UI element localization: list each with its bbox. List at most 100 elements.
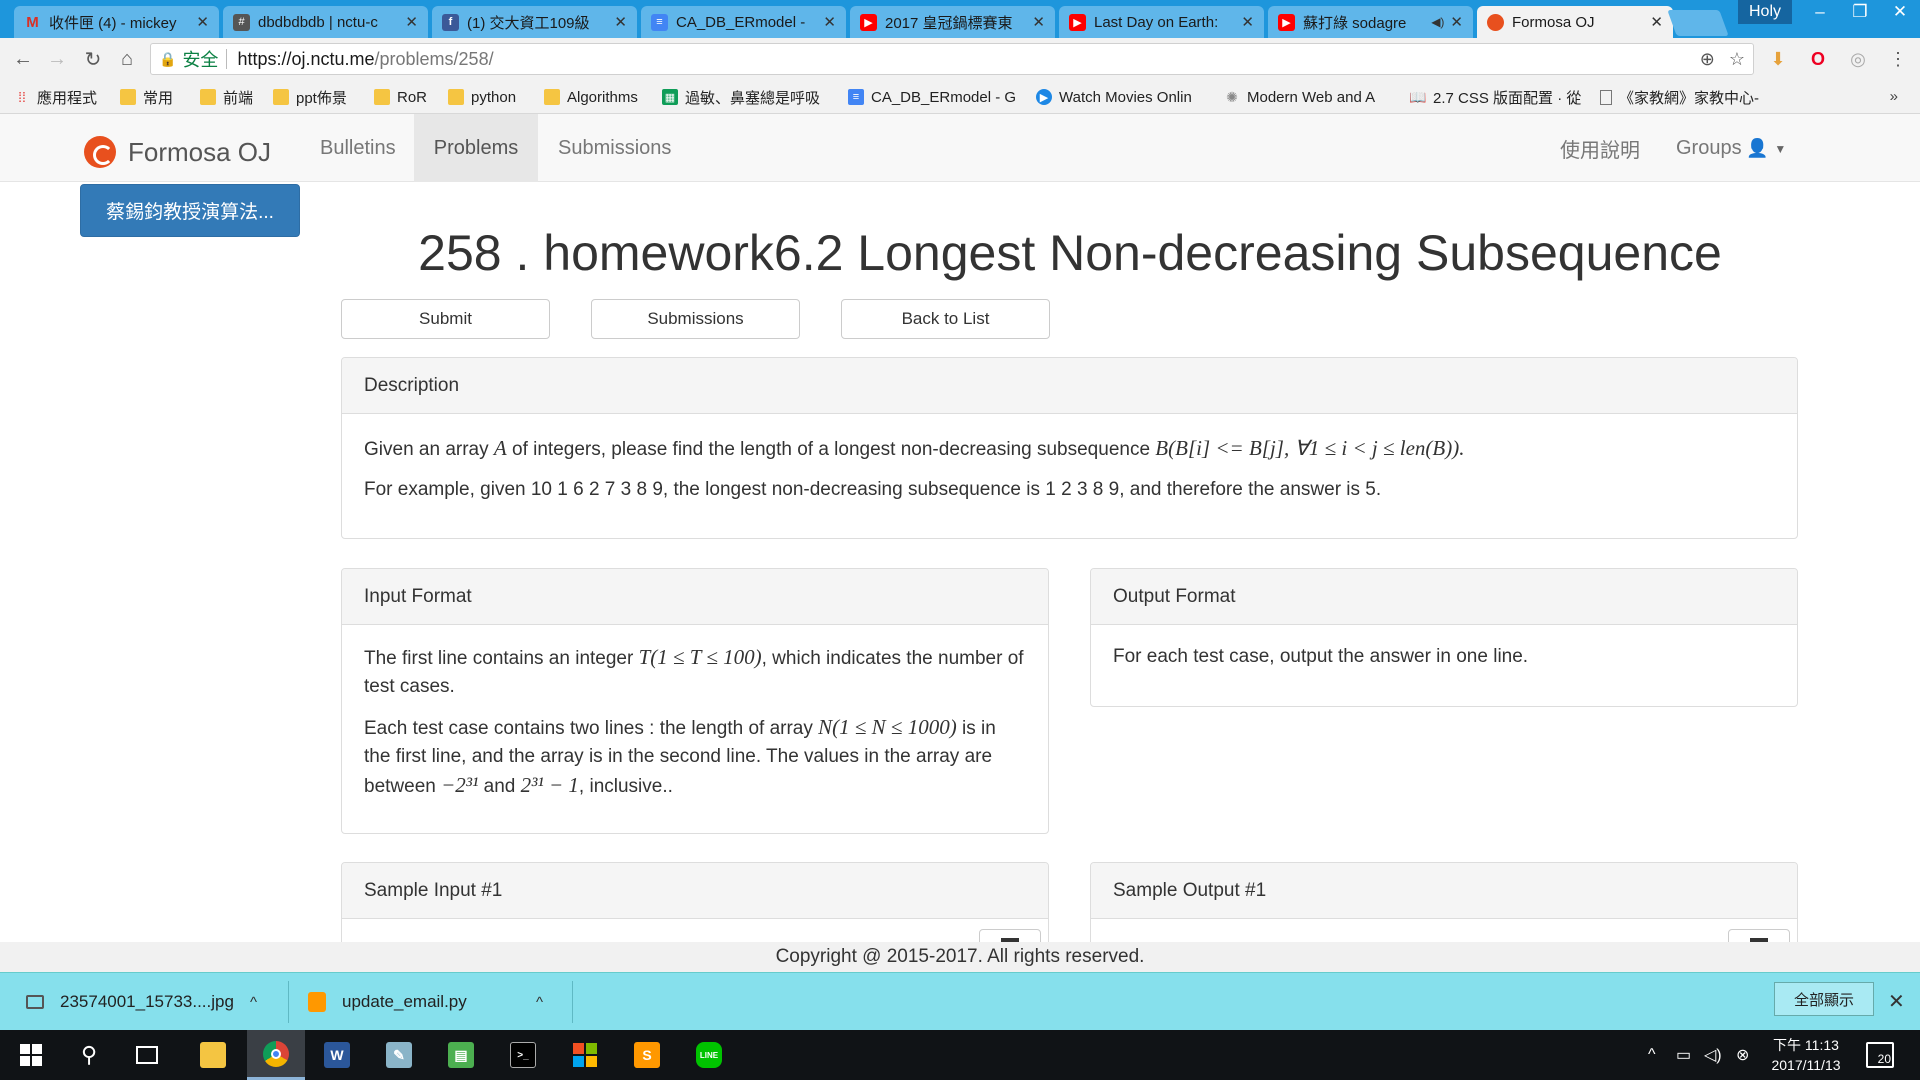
file-explorer-icon[interactable] bbox=[184, 1030, 242, 1080]
chevron-up-icon[interactable]: ^ bbox=[250, 994, 257, 1011]
bookmark-item[interactable]: RoR bbox=[374, 87, 444, 107]
more-bookmarks-icon[interactable]: » bbox=[1890, 88, 1898, 105]
url-host: https://oj.nctu.me bbox=[237, 48, 375, 69]
sublime-file-icon bbox=[308, 992, 326, 1012]
extension-icon[interactable]: ◎ bbox=[1846, 47, 1870, 71]
panel-heading: Description bbox=[342, 358, 1797, 414]
network-icon[interactable]: ▭ bbox=[1676, 1030, 1691, 1080]
terminal-icon[interactable]: >_ bbox=[494, 1030, 552, 1080]
close-shelf-icon[interactable]: ✕ bbox=[1888, 989, 1905, 1014]
opera-icon[interactable]: O bbox=[1806, 47, 1830, 71]
nav-problems[interactable]: Problems bbox=[414, 114, 538, 182]
description-panel: Description Given an array A of integers… bbox=[341, 357, 1798, 539]
browser-tab[interactable]: ▶ Last Day on Earth: ✕ bbox=[1059, 6, 1264, 38]
browser-tab-active[interactable]: Formosa OJ ✕ bbox=[1477, 6, 1673, 38]
download-icon[interactable]: ⬇ bbox=[1766, 47, 1790, 71]
bookmark-item[interactable]: ▦ 過敏、鼻塞總是呼吸 bbox=[662, 87, 832, 107]
bookmark-star-icon[interactable]: ☆ bbox=[1729, 49, 1745, 70]
app-icon[interactable]: ▤ bbox=[432, 1030, 490, 1080]
sublime-text-icon[interactable]: S bbox=[618, 1030, 676, 1080]
volume-icon[interactable]: ◁) bbox=[1704, 1030, 1722, 1080]
windows-start-icon[interactable] bbox=[2, 1030, 60, 1080]
course-group-button[interactable]: 蔡錫鈞教授演算法... bbox=[80, 184, 300, 237]
nav-submissions[interactable]: Submissions bbox=[538, 114, 691, 182]
panel-body: Given an array A of integers, please fin… bbox=[342, 414, 1797, 534]
bookmark-item[interactable]: 《家教網》家教中心- bbox=[1600, 87, 1770, 107]
zoom-icon[interactable]: ⊕ bbox=[1700, 49, 1715, 70]
bookmark-item[interactable]: 前端 bbox=[200, 87, 270, 107]
math: A bbox=[493, 436, 507, 460]
globe-icon: ✺ bbox=[1226, 88, 1238, 105]
url-path: /problems/258/ bbox=[374, 48, 494, 69]
tray-expand-icon[interactable]: ^ bbox=[1648, 1030, 1656, 1080]
close-tab-icon[interactable]: ✕ bbox=[1450, 13, 1463, 31]
math: −2³¹ bbox=[441, 773, 479, 797]
forward-icon[interactable]: → bbox=[44, 46, 70, 72]
search-icon[interactable]: ⚲ bbox=[60, 1030, 118, 1080]
bookmark-item[interactable]: ≡ CA_DB_ERmodel - G bbox=[848, 87, 1023, 107]
word-icon[interactable]: W bbox=[308, 1030, 366, 1080]
bookmark-item[interactable]: ▶ Watch Movies Onlin bbox=[1036, 87, 1206, 107]
bookmark-label: 過敏、鼻塞總是呼吸 bbox=[685, 89, 821, 107]
bookmark-item[interactable]: Algorithms bbox=[544, 87, 654, 107]
taskbar-clock[interactable]: 下午 11:13 2017/11/13 bbox=[1762, 1035, 1850, 1075]
chevron-up-icon[interactable]: ^ bbox=[536, 994, 543, 1011]
new-tab-button[interactable] bbox=[1667, 10, 1729, 36]
close-tab-icon[interactable]: ✕ bbox=[1032, 13, 1045, 31]
youtube-icon: ▶ bbox=[1278, 13, 1295, 31]
menu-icon[interactable]: ⋮ bbox=[1886, 47, 1910, 71]
close-tab-icon[interactable]: ✕ bbox=[405, 13, 418, 31]
browser-tab[interactable]: # dbdbdbdb | nctu-c ✕ bbox=[223, 6, 428, 38]
browser-tab[interactable]: ▶ 蘇打綠 sodagre ◀) ✕ bbox=[1268, 6, 1473, 38]
nav-bulletins[interactable]: Bulletins bbox=[300, 114, 416, 182]
close-tab-icon[interactable]: ✕ bbox=[1241, 13, 1254, 31]
user-icon: 👤 bbox=[1746, 138, 1769, 158]
profile-button[interactable]: Holy bbox=[1738, 0, 1792, 24]
paint-icon[interactable]: ✎ bbox=[370, 1030, 428, 1080]
browser-tab[interactable]: ≡ CA_DB_ERmodel - ✕ bbox=[641, 6, 846, 38]
brand[interactable]: Formosa OJ bbox=[84, 136, 271, 168]
bookmark-label: Algorithms bbox=[567, 88, 638, 106]
close-tab-icon[interactable]: ✕ bbox=[823, 13, 836, 31]
show-all-downloads-button[interactable]: 全部顯示 bbox=[1774, 982, 1874, 1016]
submissions-button[interactable]: Submissions bbox=[591, 299, 800, 339]
download-item[interactable]: 23574001_15733....jpg ^ bbox=[26, 973, 276, 1031]
close-window-icon[interactable]: ✕ bbox=[1880, 0, 1920, 24]
restore-icon[interactable]: ❐ bbox=[1840, 0, 1880, 24]
address-bar[interactable]: 🔒 安全 https://oj.nctu.me/problems/258/ ⊕ … bbox=[150, 43, 1754, 75]
output-format-panel: Output Format For each test case, output… bbox=[1090, 568, 1798, 707]
browser-tab[interactable]: ▶ 2017 皇冠鍋標賽東 ✕ bbox=[850, 6, 1055, 38]
download-item[interactable]: update_email.py ^ bbox=[308, 973, 568, 1031]
bookmark-item[interactable]: ⁞⁞ 應用程式 bbox=[14, 87, 114, 107]
browser-tab[interactable]: M 收件匣 (4) - mickey ✕ bbox=[14, 6, 219, 38]
output-format-text: For each test case, output the answer in… bbox=[1113, 646, 1529, 667]
bookmark-label: Watch Movies Onlin bbox=[1059, 88, 1192, 106]
app-icon[interactable] bbox=[556, 1030, 614, 1080]
line-icon[interactable]: LINE bbox=[680, 1030, 738, 1080]
close-tab-icon[interactable]: ✕ bbox=[1650, 13, 1663, 31]
bookmark-item[interactable]: 📖 2.7 CSS 版面配置 · 從 bbox=[1410, 87, 1590, 107]
submit-button[interactable]: Submit bbox=[341, 299, 550, 339]
browser-tab[interactable]: f (1) 交大資工109級 ✕ bbox=[432, 6, 637, 38]
task-view-icon[interactable] bbox=[118, 1030, 176, 1080]
reload-icon[interactable]: ↻ bbox=[80, 46, 106, 72]
sheet-icon: ▦ bbox=[662, 89, 678, 105]
chrome-icon[interactable] bbox=[247, 1030, 305, 1080]
bookmark-item[interactable]: ✺ Modern Web and A bbox=[1224, 87, 1394, 107]
bookmark-item[interactable]: python bbox=[448, 87, 538, 107]
user-menu[interactable]: 👤 ▼ bbox=[1746, 138, 1786, 159]
notification-center-icon[interactable]: 20 bbox=[1866, 1042, 1894, 1068]
nav-help[interactable]: 使用說明 bbox=[1540, 114, 1660, 182]
back-icon[interactable]: ← bbox=[10, 46, 36, 72]
input-format-text: Each test case contains two lines : the … bbox=[364, 713, 1026, 801]
minimize-icon[interactable]: – bbox=[1800, 0, 1840, 24]
close-tab-icon[interactable]: ✕ bbox=[196, 13, 209, 31]
close-tab-icon[interactable]: ✕ bbox=[614, 13, 627, 31]
back-to-list-button[interactable]: Back to List bbox=[841, 299, 1050, 339]
home-icon[interactable]: ⌂ bbox=[114, 46, 140, 72]
bookmark-label: 2.7 CSS 版面配置 · 從 bbox=[1433, 89, 1582, 107]
error-icon[interactable]: ⊗ bbox=[1736, 1030, 1749, 1080]
bookmark-item[interactable]: 常用 bbox=[120, 87, 190, 107]
bookmark-item[interactable]: ppt佈景 bbox=[273, 87, 368, 107]
download-filename: update_email.py bbox=[342, 992, 467, 1011]
